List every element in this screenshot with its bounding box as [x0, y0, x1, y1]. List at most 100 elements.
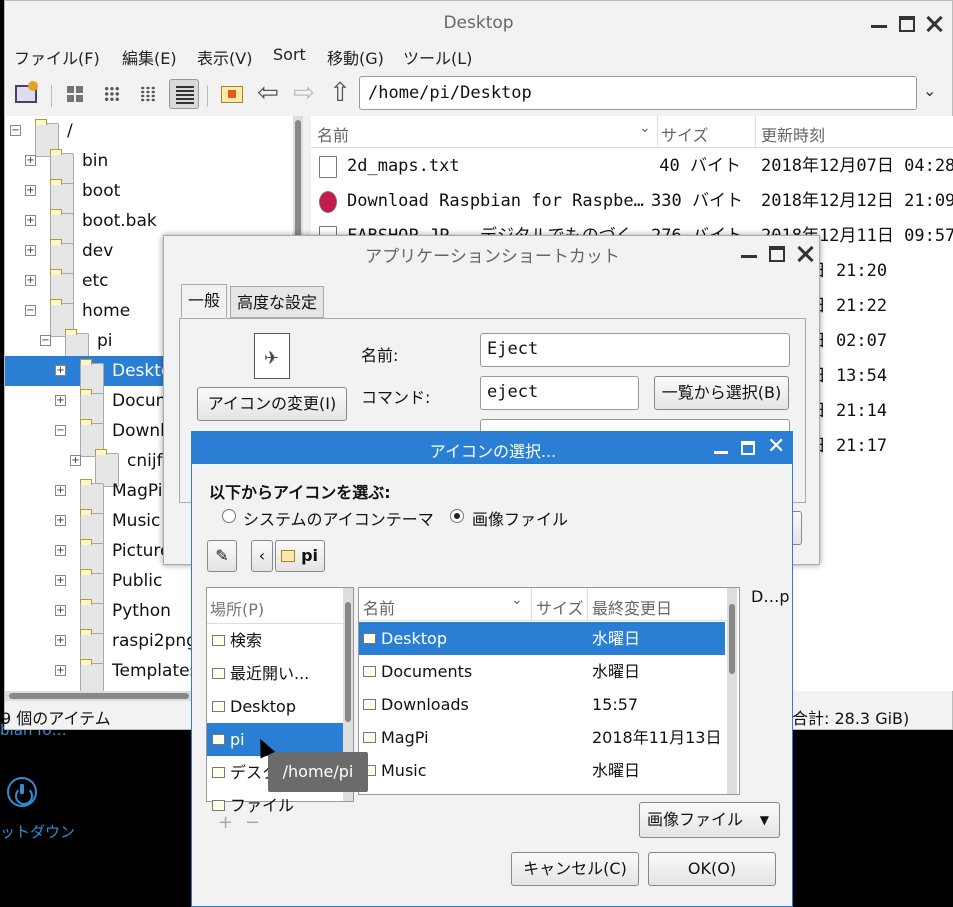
- name-field[interactable]: Eject: [480, 333, 790, 367]
- expand-icon[interactable]: +: [55, 545, 66, 556]
- shutdown-label[interactable]: ットダウン: [0, 821, 75, 842]
- expand-icon[interactable]: +: [55, 605, 66, 616]
- new-window-icon[interactable]: [11, 79, 41, 109]
- expand-icon[interactable]: +: [55, 365, 66, 376]
- maximize-button[interactable]: [899, 16, 915, 32]
- tab-advanced[interactable]: 高度な設定: [230, 286, 325, 318]
- radio-system-theme[interactable]: [222, 509, 236, 523]
- tab-general[interactable]: 一般: [181, 284, 228, 318]
- collapse-icon[interactable]: −: [25, 305, 36, 316]
- up-arrow-icon[interactable]: ⇧: [325, 79, 355, 109]
- icon-view-icon[interactable]: [60, 79, 90, 109]
- forward-arrow-icon[interactable]: ⇨: [289, 79, 319, 109]
- collapse-icon[interactable]: −: [40, 335, 51, 346]
- column-size[interactable]: サイズ: [661, 122, 709, 146]
- chevron-down-icon[interactable]: ⌄: [923, 81, 936, 100]
- expand-icon[interactable]: +: [55, 485, 66, 496]
- minimize-button[interactable]: [714, 451, 728, 454]
- expand-icon[interactable]: +: [55, 635, 66, 646]
- collapse-icon[interactable]: −: [10, 125, 21, 136]
- file-filter-dropdown[interactable]: 画像ファイル ▼: [639, 802, 780, 838]
- tree-item-label: Python: [112, 601, 171, 621]
- close-icon[interactable]: ✕: [767, 434, 785, 459]
- chooser-row[interactable]: MagPi 2018年11月13日: [359, 721, 725, 754]
- add-place-icon[interactable]: +: [218, 812, 233, 833]
- expand-icon[interactable]: +: [25, 215, 36, 226]
- expand-icon[interactable]: +: [25, 275, 36, 286]
- change-icon-button[interactable]: アイコンの変更(I): [197, 387, 347, 421]
- minimize-button[interactable]: [741, 246, 757, 258]
- chooser-row[interactable]: Desktop 水曜日: [359, 622, 725, 655]
- breadcrumb-back-icon[interactable]: ‹: [251, 540, 273, 572]
- detail-list-view-icon[interactable]: [169, 79, 199, 109]
- radio-system-theme-label[interactable]: システムのアイコンテーマ: [243, 506, 434, 530]
- chooser-row[interactable]: Music 水曜日: [359, 754, 725, 787]
- menu-file[interactable]: ファイル(F): [14, 45, 100, 69]
- chooser-column-name[interactable]: 名前: [363, 595, 395, 619]
- chooser-column-modified[interactable]: 最終変更日: [592, 595, 672, 619]
- ok-button[interactable]: OK(O): [648, 852, 776, 886]
- places-header: 場所(P): [210, 600, 265, 619]
- file-row[interactable]: 2d_maps.txt 40 バイト 2018年12月07日 04:28: [311, 149, 953, 184]
- tree-scroll-thumb[interactable]: [295, 120, 301, 240]
- chooser-column-size[interactable]: サイズ: [536, 595, 584, 619]
- close-button[interactable]: [926, 16, 942, 32]
- menu-go[interactable]: 移動(G): [327, 45, 384, 69]
- maximize-button[interactable]: [769, 246, 785, 262]
- paper-plane-icon: ✈: [264, 348, 280, 369]
- expand-icon[interactable]: +: [55, 575, 66, 586]
- expand-icon[interactable]: +: [25, 185, 36, 196]
- column-name[interactable]: 名前: [317, 122, 349, 146]
- path-input[interactable]: /home/pi/Desktop: [359, 76, 917, 110]
- sort-chevron-icon: ⌄: [639, 120, 651, 136]
- toolbar-separator: [207, 85, 208, 107]
- radio-image-file-label[interactable]: 画像ファイル: [472, 506, 568, 530]
- menu-tools[interactable]: ツール(L): [403, 45, 472, 69]
- home-folder-icon[interactable]: [217, 79, 247, 109]
- chooser-row[interactable]: Documents 水曜日: [359, 655, 725, 688]
- places-scroll-thumb[interactable]: [345, 602, 351, 722]
- tree-item-label: raspi2png: [112, 631, 197, 651]
- close-button[interactable]: [797, 246, 813, 262]
- chooser-scrollbar[interactable]: [727, 588, 737, 794]
- remove-place-icon[interactable]: −: [245, 812, 260, 833]
- expand-icon[interactable]: +: [70, 455, 81, 466]
- chooser-scroll-thumb[interactable]: [729, 604, 735, 674]
- home-folder-icon: [281, 550, 295, 562]
- recent-icon: [212, 668, 225, 679]
- column-modified[interactable]: 更新時刻: [761, 122, 825, 146]
- edit-location-icon[interactable]: ✎: [207, 540, 237, 572]
- status-item-count: 9 個のアイテム: [1, 709, 111, 728]
- place-item[interactable]: 最近開い...: [207, 657, 343, 690]
- expand-icon[interactable]: +: [55, 665, 66, 676]
- compact-view-icon[interactable]: [133, 79, 163, 109]
- cancel-button[interactable]: キャンセル(C): [511, 852, 639, 886]
- tree-item[interactable]: + boot: [5, 176, 303, 217]
- desktop-icon: [212, 767, 225, 778]
- file-row[interactable]: Download Raspbian for Raspber… 330 バイト 201…: [311, 184, 953, 219]
- expand-icon[interactable]: +: [25, 245, 36, 256]
- back-arrow-icon[interactable]: ⇦: [253, 79, 283, 109]
- radio-image-file[interactable]: [450, 509, 464, 523]
- expand-icon[interactable]: +: [55, 515, 66, 526]
- place-item[interactable]: 検索: [207, 624, 343, 657]
- choose-heading: 以下からアイコンを選ぶ:: [209, 483, 391, 502]
- expand-icon[interactable]: +: [25, 155, 36, 166]
- collapse-icon[interactable]: −: [55, 425, 66, 436]
- tree-item[interactable]: + boot.bak: [5, 206, 303, 247]
- menu-sort[interactable]: Sort: [273, 45, 306, 64]
- chooser-row[interactable]: Downloads 15:57: [359, 688, 725, 721]
- menu-view[interactable]: 表示(V): [197, 45, 252, 69]
- menu-edit[interactable]: 編集(E): [122, 45, 177, 69]
- home-folder-icon: [212, 734, 225, 745]
- maximize-button[interactable]: [741, 441, 755, 455]
- tree-item[interactable]: − /: [5, 116, 303, 157]
- place-item[interactable]: Desktop: [207, 690, 343, 723]
- shutdown-icon[interactable]: [7, 777, 37, 807]
- tree-item[interactable]: + bin: [5, 146, 303, 187]
- command-field[interactable]: eject: [480, 376, 639, 410]
- select-from-list-button[interactable]: 一覧から選択(B): [654, 376, 789, 410]
- thumbnail-view-icon[interactable]: [97, 79, 127, 109]
- expand-icon[interactable]: +: [55, 395, 66, 406]
- minimize-button[interactable]: [871, 16, 887, 28]
